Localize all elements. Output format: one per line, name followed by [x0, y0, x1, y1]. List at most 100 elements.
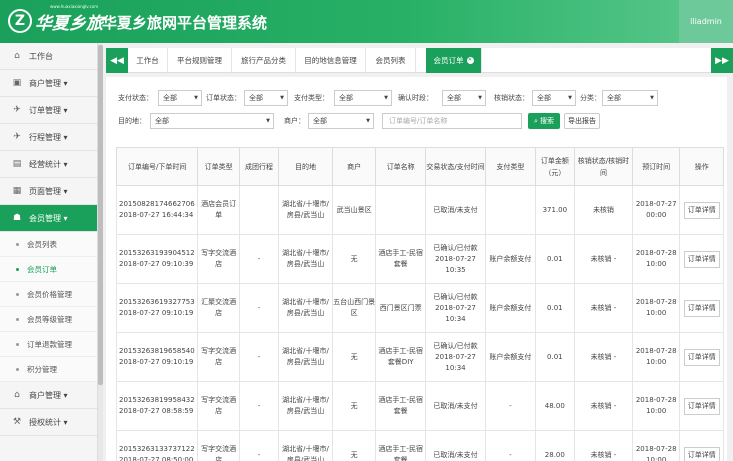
sidebar-item-members[interactable]: ☗ 会员管理 ▾ — [0, 205, 97, 232]
main-content: 支付状态： 全部 ▼ 订单状态： 全部 ▼ 支付类型： 全部 ▼ 确认时段： 全部 ▼ … — [106, 77, 727, 461]
sidebar-sub-member-list[interactable]: 会员列表 — [0, 232, 97, 257]
cell-amount: 48.00 — [534, 381, 575, 431]
bullet-icon — [16, 342, 19, 346]
sidebar-sub-member-orders[interactable]: 会员订单 — [0, 257, 97, 282]
cell-dest: 湖北省/十堰市/房县/武当山 — [278, 185, 333, 235]
cell-merchant: 无 — [331, 332, 377, 382]
order-time: 2018-07-27 09:10:39 — [119, 260, 194, 268]
chevron-down-icon: ▼ — [366, 118, 370, 124]
filter-label-verify-status: 核销状态： — [494, 94, 529, 102]
sidebar-scroll-thumb[interactable] — [98, 45, 103, 385]
cell-pay: 账户余额支付 — [485, 234, 536, 284]
search-icon: ⌕ — [534, 116, 538, 125]
chevron-down-icon: ▼ — [650, 95, 654, 101]
filter-verify-status[interactable]: 全部 ▼ — [532, 90, 576, 106]
tab-platform-rules[interactable]: 平台规则管理 — [168, 48, 232, 73]
sidebar-scrollbar[interactable] — [98, 43, 103, 461]
cell-dest: 湖北省/十堰市/房县/武当山 — [278, 430, 333, 461]
tab-product-category[interactable]: 旅行产品分类 — [232, 48, 296, 73]
cell-merchant: 武当山景区 — [331, 185, 377, 235]
tab-member-orders[interactable]: 会员订单 ✕ — [426, 48, 482, 73]
filter-order-status[interactable]: 全部 ▼ — [244, 90, 288, 106]
filter-category[interactable]: 全部 ▼ — [602, 90, 658, 106]
filter-pay-type[interactable]: 全部 ▼ — [334, 90, 392, 106]
cell-order-no: 20153263193904512 2018-07-27 09:10:39 — [115, 234, 199, 284]
sidebar-sub-member-level[interactable]: 会员等级管理 — [0, 307, 97, 332]
sidebar-item-orders[interactable]: ✈ 订单管理 ▾ — [0, 97, 97, 124]
sidebar-item-itinerary[interactable]: ✈ 行程管理 ▾ — [0, 124, 97, 151]
cell-status: 已取消/未支付 — [425, 185, 487, 235]
bullet-icon — [16, 292, 19, 296]
cell-status: 已确认/已付款 2018-07-27 10:35 — [425, 234, 487, 284]
cell-order-no: 20153263819658540 2018-07-27 09:10:19 — [115, 332, 199, 382]
filter-confirm-period[interactable]: 全部 ▼ — [442, 90, 486, 106]
filter-merchant[interactable]: 全部 ▼ — [308, 113, 374, 129]
double-left-icon: ◀◀ — [110, 55, 124, 66]
cell-group: - — [238, 381, 280, 431]
chevron-down-icon: ▼ — [194, 95, 198, 101]
order-time: 2018-07-27 09:10:19 — [119, 358, 194, 366]
cell-type: 写字交流酒店 — [197, 381, 240, 431]
sidebar-sub-points[interactable]: 积分管理 — [0, 357, 97, 382]
order-number: 20153263133737122 — [119, 445, 195, 453]
order-detail-button[interactable]: 订单详情 — [683, 250, 720, 268]
sidebar-item-merchant-2[interactable]: ⌂ 商户管理 ▾ — [0, 382, 97, 409]
order-detail-button[interactable]: 订单详情 — [683, 446, 720, 461]
order-detail-button[interactable]: 订单详情 — [683, 348, 720, 366]
sidebar-item-stats[interactable]: ▤ 经营统计 ▾ — [0, 151, 97, 178]
chevron-down-icon: ▼ — [478, 95, 482, 101]
search-input[interactable]: 订单编号/订单名称 — [382, 113, 522, 129]
col-book-time: 预订时间 — [631, 147, 681, 186]
filter-row-2: 目的地： 全部 ▼ 商户： 全部 ▼ 订单编号/订单名称 ⌕ 搜索 导出报告 — [106, 113, 727, 129]
filter-label-pay-status: 支付状态： — [118, 94, 153, 102]
sidebar-item-auth-stats[interactable]: ⚒ 授权统计 ▾ — [0, 409, 97, 436]
cell-verify: 未核销 - — [573, 283, 633, 333]
cell-verify: 未核销 - — [573, 234, 633, 284]
cell-merchant: 无 — [331, 381, 377, 431]
sidebar-item-merchant[interactable]: ▣ 商户管理 ▾ — [0, 70, 97, 97]
cell-merchant: 无 — [331, 234, 377, 284]
order-detail-button[interactable]: 订单详情 — [683, 201, 720, 219]
sidebar-item-pages[interactable]: ▦ 页面管理 ▾ — [0, 178, 97, 205]
cell-verify: 未核销 - — [573, 381, 633, 431]
sidebar-sub-refund[interactable]: 订单退款管理 — [0, 332, 97, 357]
export-report-button[interactable]: 导出报告 — [564, 113, 600, 129]
logo-icon: Z — [8, 9, 32, 33]
filter-destination[interactable]: 全部 ▼ — [150, 113, 274, 129]
chart-icon: ▤ — [12, 159, 22, 169]
cell-amount: 0.01 — [534, 332, 575, 382]
sidebar-item-workbench[interactable]: ⌂ 工作台 — [0, 43, 97, 70]
tab-workbench[interactable]: 工作台 — [128, 48, 168, 73]
cell-group: - — [238, 332, 280, 382]
cell-dest: 湖北省/十堰市/房县/武当山 — [278, 234, 333, 284]
cell-order-no: 20153263133737122 2018-07-27 08:50:00 — [115, 430, 199, 461]
table-header-row: 订单编号/下单时间 订单类型 成团行程 目的地 商户 订单名称 交易状态/支付时… — [115, 147, 724, 186]
cell-order-no: 20150828174662706 2018-07-27 16:44:34 — [115, 185, 199, 235]
order-detail-button[interactable]: 订单详情 — [683, 299, 720, 317]
cell-name: 酒店手工-民宿套餐 — [375, 430, 427, 461]
tab-next-button[interactable]: ▶▶ — [711, 48, 733, 73]
close-tab-icon[interactable]: ✕ — [466, 57, 474, 64]
cell-name: 酒店手工-民宿套餐DIY — [375, 332, 427, 382]
page-icon: ▦ — [12, 186, 22, 196]
cell-name: 酒店手工-民宿套餐 — [375, 234, 427, 284]
logo[interactable]: Z 华夏乡旅 www.huaxiaxianglv.com — [8, 4, 103, 35]
order-time: 2018-07-27 09:10:19 — [119, 309, 194, 317]
cell-verify: 未核销 - — [573, 332, 633, 382]
search-button[interactable]: ⌕ 搜索 — [528, 113, 560, 129]
tab-member-list[interactable]: 会员列表 — [366, 48, 416, 73]
filter-pay-status[interactable]: 全部 ▼ — [158, 90, 202, 106]
table-row: 20153263193904512 2018-07-27 09:10:39 写字交流… — [115, 234, 724, 284]
col-verify: 核销状态/核销时间 — [573, 147, 633, 186]
order-detail-button[interactable]: 订单详情 — [683, 397, 720, 415]
cell-action: 订单详情 — [679, 332, 724, 382]
cell-merchant: 五台山西门景区 — [331, 283, 377, 333]
cell-action: 订单详情 — [679, 283, 724, 333]
user-menu[interactable]: lliadmin — [679, 0, 733, 43]
tab-prev-button[interactable]: ◀◀ — [106, 48, 128, 73]
chevron-down-icon: ▼ — [280, 95, 284, 101]
cell-book: 2018-07-28 10:00 — [631, 332, 681, 382]
bullet-icon — [16, 317, 19, 321]
tab-destination[interactable]: 目的地信息管理 — [296, 48, 366, 73]
sidebar-sub-member-price[interactable]: 会员价格管理 — [0, 282, 97, 307]
